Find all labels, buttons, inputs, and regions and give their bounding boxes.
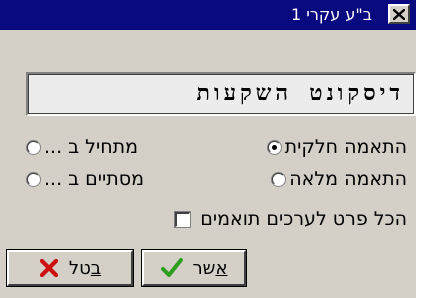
ok-label-rest: שר — [192, 257, 216, 279]
ok-button-label: אשר — [193, 258, 228, 279]
heading-text: דיסקונט השקעות — [196, 81, 404, 106]
ok-accelerator: א — [215, 257, 228, 279]
radio-button[interactable] — [267, 140, 281, 154]
radio-ends-with[interactable]: מסתיים ב ... — [27, 168, 144, 190]
cancel-button[interactable]: בטל — [6, 249, 134, 287]
ok-button[interactable]: אשר — [141, 249, 247, 287]
radio-label: מסתיים ב ... — [44, 168, 145, 190]
radio-button[interactable] — [27, 140, 40, 154]
radio-starts-with[interactable]: מתחיל ב ... — [27, 136, 138, 158]
checkbox[interactable] — [174, 210, 192, 228]
cancel-accelerator: ב — [90, 257, 102, 279]
checkbox-label: הכל פרט לערכים תואמים — [200, 208, 407, 230]
heading-panel: דיסקונט השקעות — [26, 72, 416, 116]
window-title: ב"ע עקרי 1 — [291, 5, 372, 24]
radio-match-full[interactable]: התאמה מלאה — [272, 168, 407, 190]
radio-button[interactable] — [27, 172, 40, 186]
radio-label: מתחיל ב ... — [44, 136, 139, 158]
x-mark-icon — [39, 258, 59, 278]
close-icon — [393, 8, 405, 20]
checkmark-icon — [160, 258, 183, 278]
dialog-window: ב"ע עקרי 1 דיסקונט השקעות התאמה חלקית הת… — [0, 0, 429, 298]
cancel-button-label: בטל — [69, 258, 101, 279]
checkbox-all-except-matching[interactable]: הכל פרט לערכים תואמים — [174, 208, 407, 230]
radio-label: התאמה מלאה — [289, 168, 407, 190]
radio-button[interactable] — [272, 172, 286, 186]
radio-label: התאמה חלקית — [284, 136, 407, 158]
close-button[interactable] — [388, 4, 410, 24]
title-bar: ב"ע עקרי 1 — [0, 0, 416, 30]
radio-match-partial[interactable]: התאמה חלקית — [267, 136, 407, 158]
cancel-label-rest: טל — [68, 257, 91, 279]
background-strip — [416, 0, 429, 298]
